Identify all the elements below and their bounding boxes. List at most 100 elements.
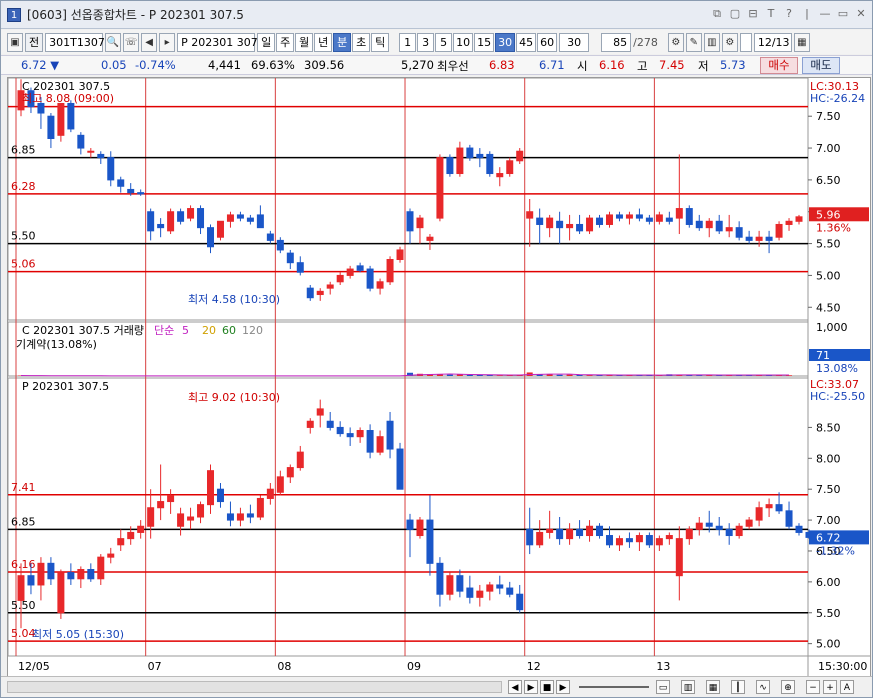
title-button-5[interactable]: |	[800, 7, 814, 21]
p3-candle-body-74	[755, 507, 763, 521]
search-icon[interactable]: 🔍	[105, 32, 122, 52]
play-icon[interactable]: ▶	[556, 680, 570, 694]
title-button-6[interactable]: —	[818, 7, 832, 21]
p3-candle-body-17	[187, 516, 195, 521]
pin-icon[interactable]: ▣	[7, 32, 23, 52]
p3-candle-body-40	[416, 519, 424, 537]
p1-candle-body-25	[266, 233, 274, 241]
p3-candle-body-55	[566, 528, 574, 540]
chart-svg[interactable]: 12/05 07 08 09 12 13 15:30:00 6.85 6.28 5.50 5.06 7…	[8, 78, 870, 676]
x-tick-label-1: 07	[148, 660, 162, 673]
p3-candle-body-31	[326, 420, 334, 428]
info-change: 0.05	[101, 58, 127, 72]
p1-candle-body-57	[586, 217, 594, 232]
date-input[interactable]: 12/13	[753, 32, 792, 52]
jeon-button[interactable]: 전	[25, 32, 44, 52]
p1-candle-body-68	[695, 220, 703, 229]
p1-candle-body-63	[645, 217, 653, 222]
period-tab-3[interactable]: 년	[314, 32, 333, 52]
title-button-7[interactable]: ▭	[836, 7, 850, 21]
p3-candle-body-61	[625, 538, 633, 543]
settings-icon[interactable]: ⚙	[667, 32, 684, 52]
p1-candle-body-48	[496, 173, 504, 178]
scroll-right-icon[interactable]: ▶	[524, 680, 538, 694]
candle-icon[interactable]: ┃	[731, 680, 745, 694]
title-button-4[interactable]: ?	[782, 7, 796, 21]
p1-candle-body-78	[795, 216, 803, 222]
info-best-ask: 6.83	[489, 58, 515, 72]
period-tab-0[interactable]: 일	[257, 32, 276, 52]
chart-area[interactable]: 12/05 07 08 09 12 13 15:30:00 6.85 6.28 5.50 5.06 7…	[7, 77, 871, 677]
zoom-icon[interactable]: ▭	[656, 680, 670, 694]
p1-candle-body-70	[715, 220, 723, 232]
date-checkbox[interactable]	[739, 32, 752, 52]
count-input[interactable]: 85	[601, 32, 632, 52]
title-button-8[interactable]: ✕	[854, 7, 868, 21]
period-tab-1[interactable]: 주	[276, 32, 295, 52]
p1-candle-body-37	[386, 259, 394, 283]
p1-price-pct: 1.36%	[816, 221, 851, 234]
p3-candle-body-46	[476, 590, 484, 598]
p1-candle-body-46	[476, 153, 484, 159]
font-icon[interactable]: A	[840, 680, 854, 694]
minus-icon[interactable]: −	[806, 680, 820, 694]
layout-icon[interactable]: ▥	[681, 680, 695, 694]
interval-tab-1[interactable]: 1	[399, 32, 417, 52]
grid-icon[interactable]: ▦	[706, 680, 720, 694]
period-tab-6[interactable]: 틱	[371, 32, 390, 52]
p3-candle-body-8	[97, 556, 105, 580]
stop-icon[interactable]: ■	[540, 680, 554, 694]
scroll-left-icon[interactable]: ◀	[508, 680, 522, 694]
title-button-1[interactable]: ▢	[728, 7, 742, 21]
period-tab-4[interactable]: 분	[333, 32, 352, 52]
tools-icon[interactable]: ✎	[685, 32, 702, 52]
interval-tab-5[interactable]: 5	[435, 32, 453, 52]
p1-candle-body-7	[87, 150, 95, 153]
gear-icon[interactable]: ⚙	[721, 32, 738, 52]
calendar-icon[interactable]: ▦	[793, 32, 810, 52]
scroll-track[interactable]	[7, 681, 502, 693]
buy-button[interactable]: 매수	[760, 57, 798, 74]
sell-button[interactable]: 매도	[802, 57, 840, 74]
p1-candle-body-74	[755, 236, 763, 241]
info-low: 5.73	[720, 58, 746, 72]
code-input[interactable]: 301T1307	[45, 32, 105, 52]
p1-candle-body-75	[765, 236, 773, 241]
interval-tab-30[interactable]: 30	[495, 32, 516, 52]
title-button-0[interactable]: ⧉	[710, 7, 724, 21]
count-total: /278	[633, 35, 658, 49]
interval-select[interactable]: 30	[559, 32, 590, 52]
bottom-scrollbar[interactable]: ◀ ▶ ■ ▶ ▭ ▥ ▦ ┃ ∿ ⊕ − + A	[1, 676, 872, 697]
info-v3: 309.56	[304, 58, 345, 72]
arrow-icon[interactable]: ▸	[159, 32, 176, 52]
interval-tab-15[interactable]: 15	[474, 32, 495, 52]
line-icon[interactable]: ∿	[756, 680, 770, 694]
title-button-2[interactable]: ⊟	[746, 7, 760, 21]
p3-candle-body-27	[286, 467, 294, 478]
volume-bar-53	[546, 374, 553, 376]
plus-icon[interactable]: +	[823, 680, 837, 694]
p3-candle-body-10	[117, 538, 125, 546]
sound-icon[interactable]: ◀	[141, 32, 158, 52]
title-button-3[interactable]: T	[764, 7, 778, 21]
interval-tab-45[interactable]: 45	[516, 32, 537, 52]
p3-candle-body-24	[256, 497, 264, 518]
p1-low-note: 최저 4.58 (10:30)	[188, 293, 280, 306]
info-v4: 5,270	[401, 58, 434, 72]
interval-tab-60[interactable]: 60	[537, 32, 558, 52]
p1-candle-body-51	[526, 211, 534, 219]
period-tab-5[interactable]: 초	[352, 32, 371, 52]
code2-input[interactable]: P 202301 307	[177, 32, 258, 52]
zoom-slider[interactable]	[579, 686, 649, 688]
info-bar: 6.72 ▼ 0.05 -0.74% 4,441 69.63% 309.56 5…	[1, 55, 872, 75]
save-icon[interactable]: ▥	[703, 32, 720, 52]
interval-tab-10[interactable]: 10	[453, 32, 474, 52]
period-tab-2[interactable]: 월	[295, 32, 314, 52]
call-icon[interactable]: ☏	[123, 32, 140, 52]
panel-frame-2	[8, 377, 809, 657]
info-vol-pct: 69.63%	[251, 58, 295, 72]
p3-candle-body-75	[765, 504, 773, 509]
interval-tab-3[interactable]: 3	[417, 32, 435, 52]
plus-circle-icon[interactable]: ⊕	[781, 680, 795, 694]
toolbar: ▣ 전 301T1307 🔍 ☏ ◀ ▸ P 202301 307 일주월년분초…	[1, 30, 872, 54]
